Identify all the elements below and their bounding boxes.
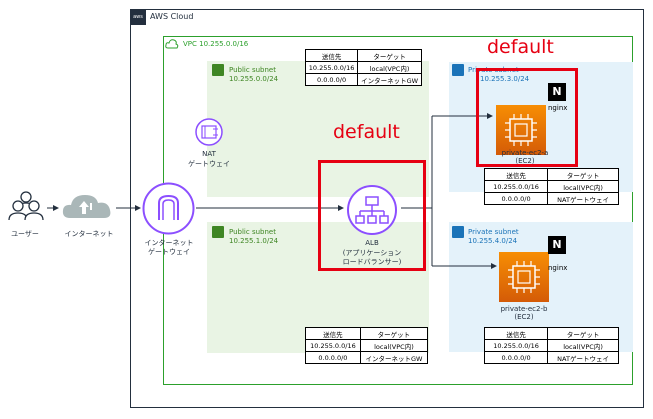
route-destination: 10.255.0.0/16 <box>483 339 549 352</box>
internet-gateway-icon <box>142 182 195 235</box>
route-destination: 0.0.0.0/0 <box>483 351 549 364</box>
route-table-row: 0.0.0.0/0 NATゲートウェイ <box>483 192 619 205</box>
route-table-header-row: 送信先 ターゲット <box>305 327 429 340</box>
route-table-row: 10.255.0.0/16 local(VPC内) <box>304 61 422 74</box>
nat-gateway-icon <box>195 118 223 146</box>
route-table-private-top: 送信先 ターゲット 10.255.0.0/16 local(VPC内) 0.0.0.… <box>483 168 619 205</box>
route-target: インターネットGW <box>359 351 429 364</box>
ec2-a-nginx-label: nginx <box>548 104 568 112</box>
route-table-header: ターゲット <box>357 49 422 62</box>
nginx-logo-icon: N <box>548 83 566 101</box>
route-table-header: 送信先 <box>483 327 549 340</box>
route-target: local(VPC内) <box>357 61 422 74</box>
route-table-row: 0.0.0.0/0 NATゲートウェイ <box>483 351 619 364</box>
route-table-private-bottom: 送信先 ターゲット 10.255.0.0/16 local(VPC内) 0.0.0.… <box>483 327 619 364</box>
route-table-row: 10.255.0.0/16 local(VPC内) <box>483 339 619 352</box>
route-target: local(VPC内) <box>547 339 619 352</box>
route-destination: 0.0.0.0/0 <box>305 351 361 364</box>
route-table-header: ターゲット <box>547 168 619 181</box>
route-table-header: 送信先 <box>483 168 549 181</box>
route-table-public-top: 送信先 ターゲット 10.255.0.0/16 local(VPC内) 0.0.0.… <box>304 49 422 86</box>
ec2-a-icon <box>496 105 546 155</box>
route-table-header-row: 送信先 ターゲット <box>304 49 422 62</box>
route-table-row: 10.255.0.0/16 local(VPC内) <box>305 339 429 352</box>
route-target: local(VPC内) <box>359 339 429 352</box>
route-table-header: ターゲット <box>547 327 619 340</box>
route-destination: 10.255.0.0/16 <box>305 339 361 352</box>
route-table-row: 0.0.0.0/0 インターネットGW <box>305 351 429 364</box>
route-target: インターネットGW <box>357 73 422 86</box>
ec2-b-icon <box>499 252 549 302</box>
route-table-header: 送信先 <box>305 327 361 340</box>
route-destination: 10.255.0.0/16 <box>304 61 359 74</box>
route-destination: 0.0.0.0/0 <box>304 73 359 86</box>
igw-label-line2: ゲートウェイ <box>148 248 190 256</box>
route-destination: 10.255.0.0/16 <box>483 180 549 193</box>
internet-label: インターネット <box>64 230 114 238</box>
route-table-header-row: 送信先 ターゲット <box>483 168 619 181</box>
alb-default-label: default <box>333 121 400 143</box>
ec2-a-label-line1: private-ec2-a <box>501 149 549 157</box>
nat-label-line1: NAT <box>202 150 216 158</box>
route-destination: 0.0.0.0/0 <box>483 192 549 205</box>
route-table-row: 10.255.0.0/16 local(VPC内) <box>483 180 619 193</box>
alb-icon <box>347 185 397 235</box>
route-table-header: ターゲット <box>359 327 429 340</box>
nat-label-line2: ゲートウェイ <box>188 160 230 168</box>
internet-cloud-icon <box>62 195 111 218</box>
route-target: NATゲートウェイ <box>547 192 619 205</box>
route-target: NATゲートウェイ <box>547 351 619 364</box>
alb-label-line1: ALB <box>365 239 379 247</box>
ec2-b-label-line1: private-ec2-b <box>500 305 548 313</box>
route-table-header: 送信先 <box>304 49 359 62</box>
alb-label-line3: ロードバランサー) <box>342 258 402 266</box>
ec2-default-label: default <box>487 36 554 58</box>
route-table-row: 0.0.0.0/0 インターネットGW <box>304 73 422 86</box>
route-table-public-bottom: 送信先 ターゲット 10.255.0.0/16 local(VPC内) 0.0.0.… <box>305 327 429 364</box>
ec2-b-label-line2: (EC2) <box>514 313 534 321</box>
ec2-a-label-line2: (EC2) <box>515 157 535 165</box>
user-label: ユーザー <box>11 230 39 238</box>
ec2-b-nginx-label: nginx <box>548 264 568 272</box>
nginx-logo-icon: N <box>548 236 566 254</box>
route-table-header-row: 送信先 ターゲット <box>483 327 619 340</box>
users-icon <box>8 191 44 221</box>
route-target: local(VPC内) <box>547 180 619 193</box>
